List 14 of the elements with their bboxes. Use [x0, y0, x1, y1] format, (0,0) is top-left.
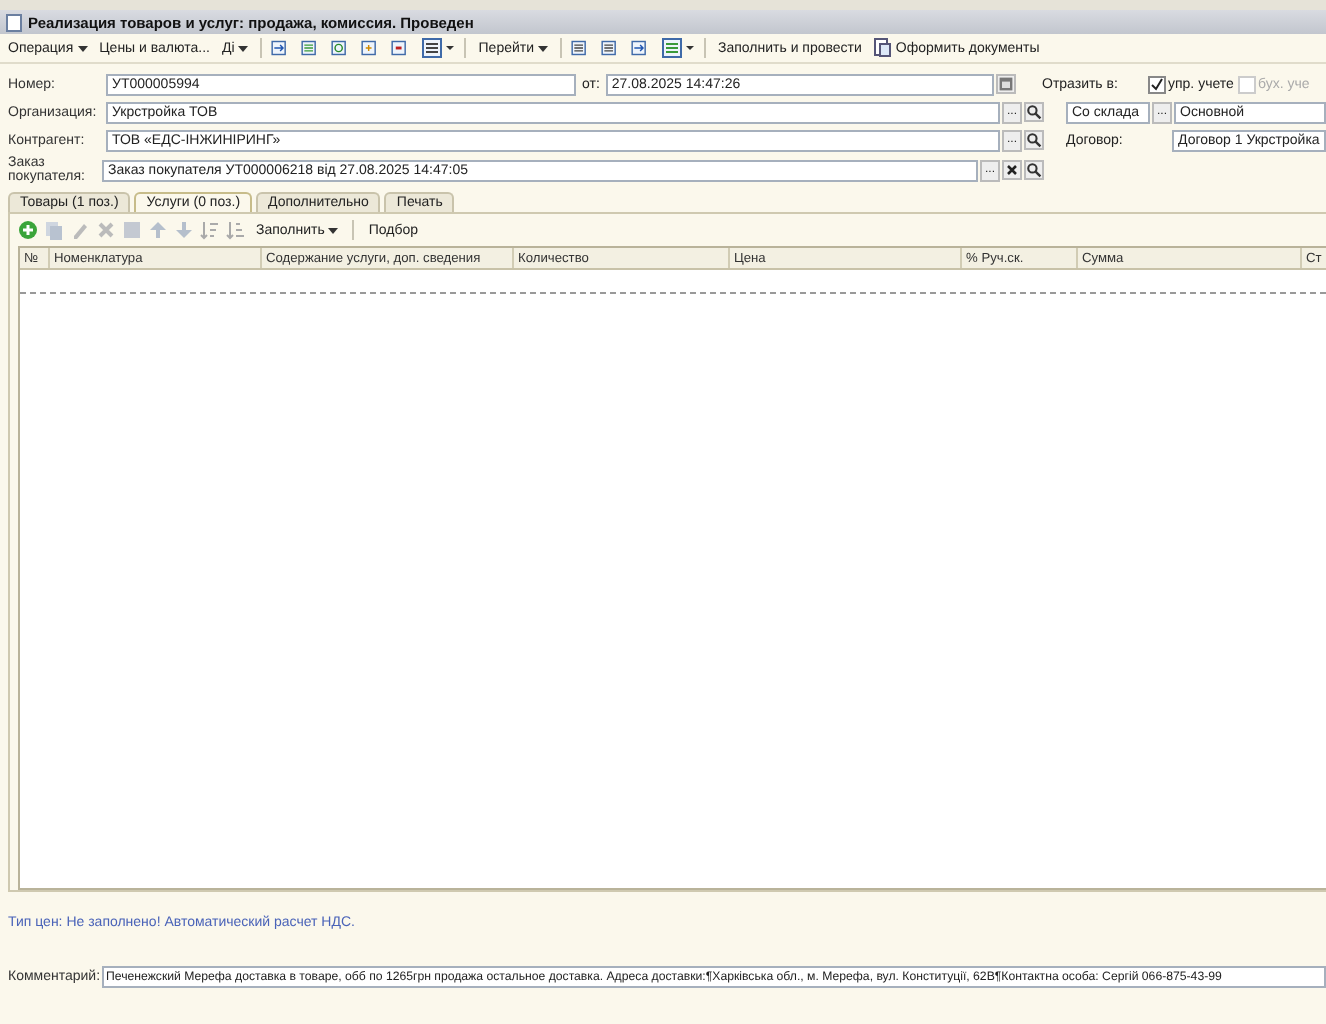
search-icon[interactable] — [1024, 160, 1044, 180]
caret-icon — [238, 45, 249, 51]
document-icon[interactable] — [660, 36, 697, 60]
caret-icon — [328, 227, 339, 233]
caret-icon — [77, 45, 88, 51]
document-icon — [6, 13, 22, 31]
caret-icon — [538, 45, 549, 51]
add-icon[interactable] — [18, 220, 38, 240]
search-icon[interactable] — [1024, 102, 1044, 122]
list-icon[interactable] — [420, 36, 457, 60]
checkmark-icon — [1150, 77, 1164, 91]
search-icon[interactable] — [1024, 130, 1044, 150]
documents-icon — [873, 38, 892, 58]
clear-icon[interactable] — [1002, 160, 1022, 180]
